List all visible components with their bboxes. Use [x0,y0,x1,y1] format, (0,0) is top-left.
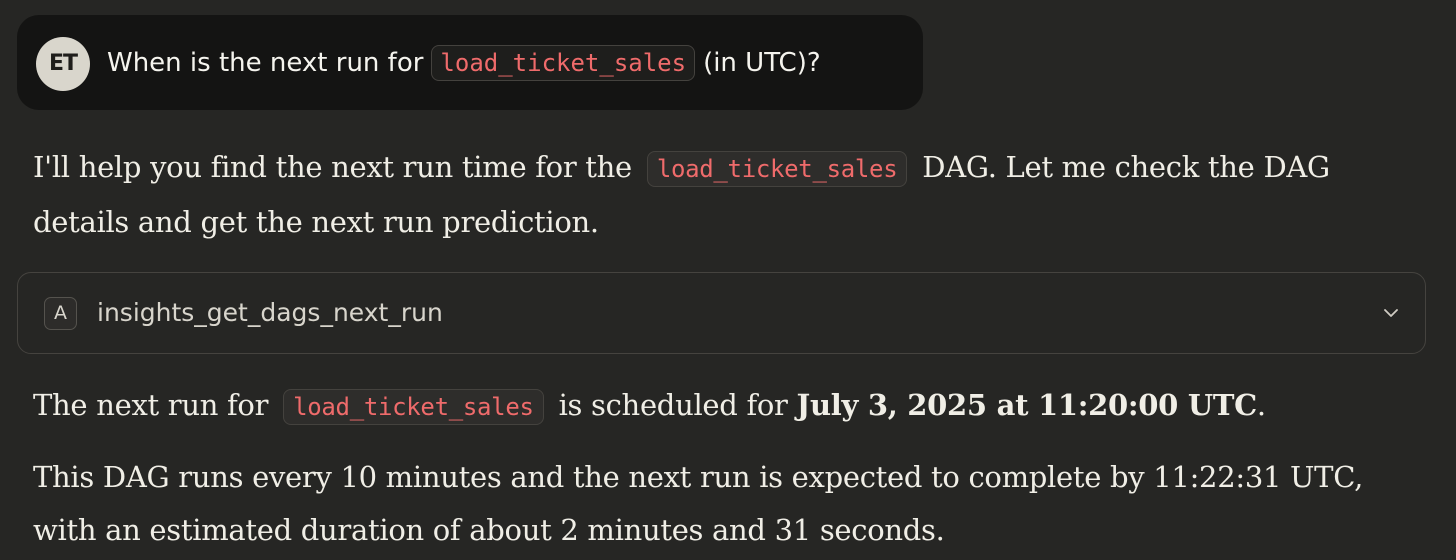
user-message-bubble: ET When is the next run for load_ticket_… [17,15,923,110]
intro-text-before: I'll help you find the next run time for… [33,150,632,184]
assistant-details-paragraph: This DAG runs every 10 minutes and the n… [33,460,1364,547]
tool-badge-icon: A [44,297,77,330]
answer-text-middle: is scheduled for [558,388,788,422]
user-avatar[interactable]: ET [36,37,90,91]
assistant-intro-paragraph: I'll help you find the next run time for… [33,141,1423,249]
assistant-answer-paragraph: The next run for load_ticket_sales is sc… [33,379,1423,434]
inline-code: load_ticket_sales [646,151,908,187]
tool-call-name: insights_get_dags_next_run [97,298,443,327]
answer-text-before: The next run for [33,388,269,422]
inline-code: load_ticket_sales [283,389,544,425]
answer-text-after: . [1256,388,1266,422]
user-message-text: When is the next run for load_ticket_sal… [107,15,821,110]
chevron-down-icon[interactable] [1382,304,1400,322]
inline-code: load_ticket_sales [431,44,696,81]
user-message-prefix: When is the next run for [107,47,424,78]
tool-call-card[interactable]: A insights_get_dags_next_run [17,272,1426,354]
user-message-suffix: (in UTC)? [703,47,821,78]
next-run-datetime: July 3, 2025 at 11:20:00 UTC [796,388,1258,422]
